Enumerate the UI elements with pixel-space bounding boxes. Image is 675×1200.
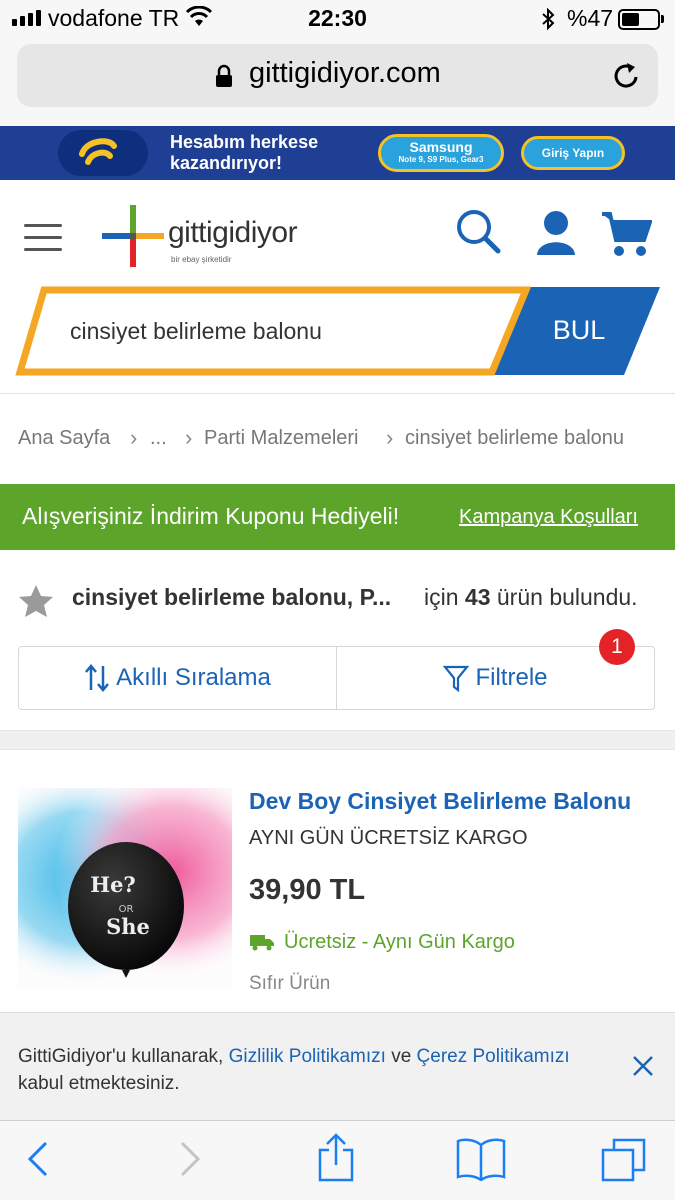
- campaign-terms-link[interactable]: Kampanya Koşulları: [459, 506, 638, 529]
- cookie-prefix: GittiGidiyor'u kullanarak,: [18, 1046, 229, 1067]
- truck-icon: [250, 935, 274, 951]
- reload-icon[interactable]: [610, 60, 642, 92]
- breadcrumb: Ana Sayfa › ... › Parti Malzemeleri › ci…: [0, 394, 675, 484]
- address-bar[interactable]: gittigidiyor.com: [17, 44, 658, 107]
- site-header: gittigidiyor bir ebay şirketidir BUL: [0, 180, 675, 394]
- product-shipping-note: AYNI GÜN ÜCRETSİZ KARGO: [249, 827, 528, 849]
- filter-count-badge: 1: [599, 629, 635, 665]
- battery-tip: [661, 15, 664, 23]
- back-icon[interactable]: [26, 1139, 50, 1179]
- product-price: 39,90 TL: [249, 874, 366, 906]
- cookie-text: GittiGidiyor'u kullanarak, Gizlilik Poli…: [18, 1043, 578, 1097]
- search-form: BUL: [14, 285, 664, 377]
- breadcrumb-ellipsis[interactable]: ...: [150, 427, 167, 450]
- product-card[interactable]: He? OR She Dev Boy Cinsiyet Belirleme Ba…: [0, 750, 675, 1012]
- results-count-text: için 43 ürün bulundu.: [424, 584, 638, 611]
- star-icon[interactable]: [18, 584, 54, 618]
- product-image[interactable]: He? OR She: [18, 788, 232, 988]
- banner-headline: Hesabım herkese kazandırıyor!: [170, 132, 318, 174]
- results-query: cinsiyet belirleme balonu, P...: [72, 584, 392, 610]
- breadcrumb-category[interactable]: Parti Malzemeleri: [204, 427, 358, 450]
- brand-name[interactable]: gittigidiyor: [168, 216, 298, 250]
- section-divider: [0, 730, 675, 750]
- balloon-text-bot: She: [106, 914, 150, 939]
- cookie-notice: GittiGidiyor'u kullanarak, Gizlilik Poli…: [0, 1012, 675, 1120]
- close-icon[interactable]: [632, 1055, 654, 1077]
- product-title[interactable]: Dev Boy Cinsiyet Belirleme Balonu: [249, 788, 653, 815]
- banner-line-2: kazandırıyor!: [170, 153, 283, 173]
- promo-banner[interactable]: Hesabım herkese kazandırıyor! Samsung No…: [0, 126, 675, 180]
- cookie-policy-link[interactable]: Çerez Politikamızı: [417, 1046, 570, 1067]
- campaign-text: Alışverişiniz İndirim Kuponu Hediyeli!: [22, 503, 400, 529]
- filter-icon: [443, 665, 470, 692]
- results-suffix: ürün bulundu.: [496, 584, 638, 610]
- balloon-image: He? OR She: [18, 788, 232, 988]
- chevron-right-icon: ›: [386, 425, 394, 450]
- battery-icon: [618, 9, 660, 30]
- product-condition: Sıfır Ürün: [249, 973, 331, 994]
- banner-line-1: Hesabım herkese: [170, 132, 319, 152]
- menu-icon[interactable]: [24, 224, 62, 260]
- results-count: 43: [464, 584, 491, 610]
- status-bar: vodafone TR 22:30 %47: [0, 0, 675, 38]
- cookie-middle: ve: [385, 1046, 417, 1067]
- sort-label: Akıllı Sıralama: [116, 664, 271, 691]
- search-input[interactable]: [70, 313, 490, 349]
- lock-icon: [216, 64, 232, 87]
- balloon-text-top: He?: [90, 872, 136, 897]
- browser-toolbar: [0, 1120, 675, 1200]
- brand-subtitle: bir ebay şirketidir: [171, 255, 232, 264]
- browser-chrome: gittigidiyor.com: [0, 38, 675, 126]
- sort-button[interactable]: Akıllı Sıralama: [19, 647, 336, 709]
- search-button[interactable]: BUL: [534, 307, 624, 353]
- samsung-pill[interactable]: Samsung Note 9, S9 Plus, Gear3: [378, 134, 504, 172]
- user-icon[interactable]: [536, 210, 576, 256]
- battery-percent: %47: [567, 5, 614, 31]
- operator-logo-icon: [79, 138, 117, 165]
- filter-label: Filtrele: [475, 664, 548, 691]
- campaign-bar: Alışverişiniz İndirim Kuponu Hediyeli! K…: [0, 484, 675, 550]
- sort-icon: [85, 664, 110, 692]
- sort-filter-bar: Akıllı Sıralama Filtrele: [18, 646, 655, 710]
- privacy-policy-link[interactable]: Gizlilik Politikamızı: [229, 1046, 386, 1067]
- cookie-suffix: kabul etmektesiniz.: [18, 1073, 180, 1094]
- results-header: cinsiyet belirleme balonu, P... için 43 …: [0, 550, 675, 730]
- cart-icon[interactable]: [600, 210, 652, 258]
- search-icon[interactable]: [455, 208, 501, 254]
- samsung-models: Note 9, S9 Plus, Gear3: [398, 155, 484, 164]
- tabs-icon[interactable]: [600, 1137, 648, 1183]
- share-icon[interactable]: [316, 1133, 356, 1183]
- bookmarks-icon[interactable]: [456, 1137, 506, 1181]
- breadcrumb-home[interactable]: Ana Sayfa: [18, 427, 110, 450]
- bluetooth-icon: [542, 7, 555, 31]
- breadcrumb-current: cinsiyet belirleme balonu: [405, 427, 625, 449]
- brand-logo-icon[interactable]: [100, 203, 166, 269]
- chevron-right-icon: ›: [185, 425, 193, 450]
- product-cargo: Ücretsiz - Aynı Gün Kargo: [284, 931, 515, 953]
- chevron-right-icon: ›: [130, 425, 138, 450]
- banner-login-button[interactable]: Giriş Yapın: [521, 136, 625, 170]
- results-prefix: için: [424, 584, 459, 610]
- url-text: gittigidiyor.com: [249, 57, 441, 89]
- samsung-label: Samsung: [409, 139, 473, 155]
- forward-icon[interactable]: [178, 1139, 202, 1179]
